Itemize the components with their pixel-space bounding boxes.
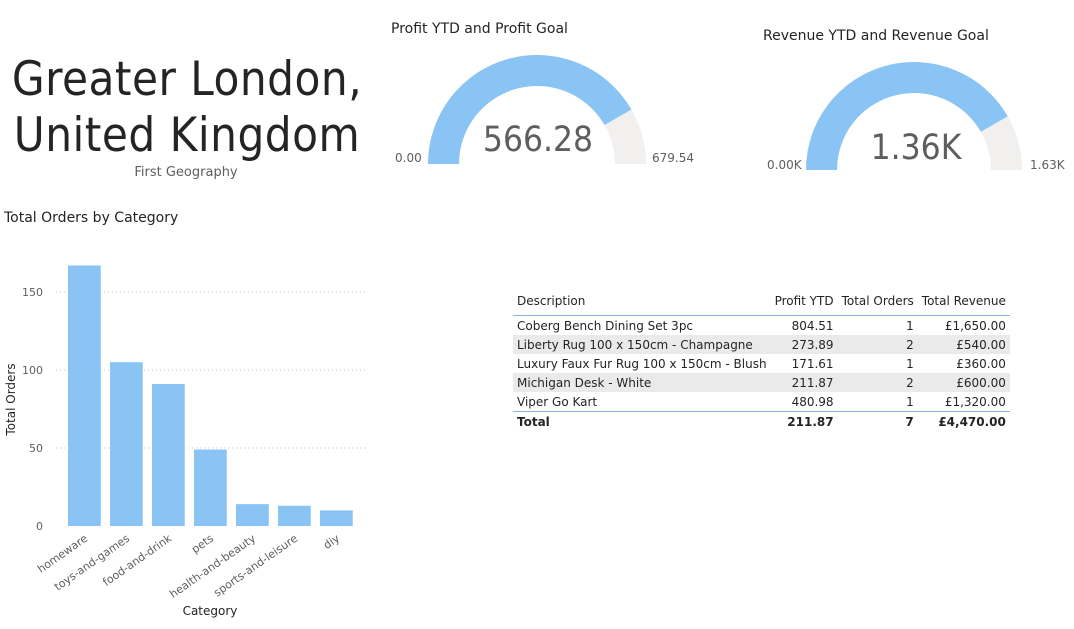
column-header-description[interactable]: Description [513,294,771,316]
cell-profit-ytd: 211.87 [770,373,838,392]
x-tick-label: pets [189,532,216,556]
total-revenue: £4,470.00 [917,411,1010,431]
y-tick-label: 100 [22,364,43,377]
cell-total-orders: 2 [837,373,918,392]
total-orders: 7 [837,411,918,431]
x-tick-label: toys-and-games [52,532,132,594]
revenue-gauge-max: 1.63K [1030,158,1065,172]
profit-gauge-title: Profit YTD and Profit Goal [391,21,568,37]
table-row[interactable]: Michigan Desk - White 211.87 2 £600.00 [513,373,1010,392]
bar[interactable] [68,265,101,526]
cell-total-orders: 1 [906,318,914,333]
cell-profit-ytd: 480.98 [791,394,834,409]
bar[interactable] [194,449,227,526]
y-tick-label: 0 [36,520,43,533]
profit-gauge-value: 566.28 [482,120,594,160]
cell-description: Viper Go Kart [517,394,598,409]
column-header-profit-ytd[interactable]: Profit YTD [770,294,838,316]
bar[interactable] [278,505,311,526]
chart-title: Total Orders by Category [4,210,179,226]
table-row[interactable]: Liberty Rug 100 x 150cm - Champagne 273.… [513,335,1010,354]
table-row[interactable]: Viper Go Kart 480.98 1 £1,320.00 [513,392,1010,412]
cell-total-orders: 1 [906,394,914,409]
cell-profit-ytd: 273.89 [770,335,838,354]
cell-profit-ytd: 171.61 [791,356,834,371]
x-tick-label: diy [321,532,342,552]
cell-total-orders: 1 [906,356,914,371]
column-header-total-revenue[interactable]: Total Revenue [917,294,1010,316]
cell-description: Liberty Rug 100 x 150cm - Champagne [513,335,771,354]
revenue-gauge-min: 0.00K [767,158,802,172]
table-row[interactable]: Luxury Faux Fur Rug 100 x 150cm - Blush … [513,354,1010,373]
cell-description: Michigan Desk - White [513,373,771,392]
cell-total-revenue: £360.00 [956,356,1006,371]
cell-total-revenue: £540.00 [917,335,1010,354]
page-title: Greater London, United Kingdom [0,52,374,164]
cell-profit-ytd: 804.51 [791,318,834,333]
page-subtitle: First Geography [134,165,238,180]
y-axis-title: Total Orders [4,363,18,436]
bar[interactable] [110,362,143,526]
product-table[interactable]: Description Profit YTD Total Orders Tota… [513,294,1010,431]
y-tick-label: 50 [29,442,43,455]
bar[interactable] [320,510,353,526]
cell-total-revenue: £1,320.00 [944,394,1006,409]
total-label: Total [513,411,771,431]
cell-total-revenue: £600.00 [917,373,1010,392]
cell-total-revenue: £1,650.00 [944,318,1006,333]
profit-gauge-max: 679.54 [652,151,694,165]
table-total-row: Total 211.87 7 £4,470.00 [513,411,1010,431]
y-tick-label: 150 [22,286,43,299]
cell-description: Coberg Bench Dining Set 3pc [517,318,694,333]
revenue-gauge-value: 1.36K [870,128,962,168]
page-title-line-1: Greater London, [11,52,363,107]
table-row[interactable]: Coberg Bench Dining Set 3pc 804.51 1 £1,… [513,316,1010,336]
orders-by-category-chart[interactable]: 050100150homewaretoys-and-gamesfood-and-… [0,235,380,625]
profit-gauge-min: 0.00 [395,151,422,165]
x-axis-title: Category [183,604,238,618]
cell-description: Luxury Faux Fur Rug 100 x 150cm - Blush [517,356,767,371]
total-profit-ytd: 211.87 [770,411,838,431]
column-header-total-orders[interactable]: Total Orders [837,294,918,316]
revenue-gauge-title: Revenue YTD and Revenue Goal [763,28,989,44]
cell-total-orders: 2 [837,335,918,354]
bar[interactable] [152,384,185,526]
bar[interactable] [236,504,269,526]
table-header-row: Description Profit YTD Total Orders Tota… [513,294,1010,316]
page-title-line-2: United Kingdom [13,108,361,163]
